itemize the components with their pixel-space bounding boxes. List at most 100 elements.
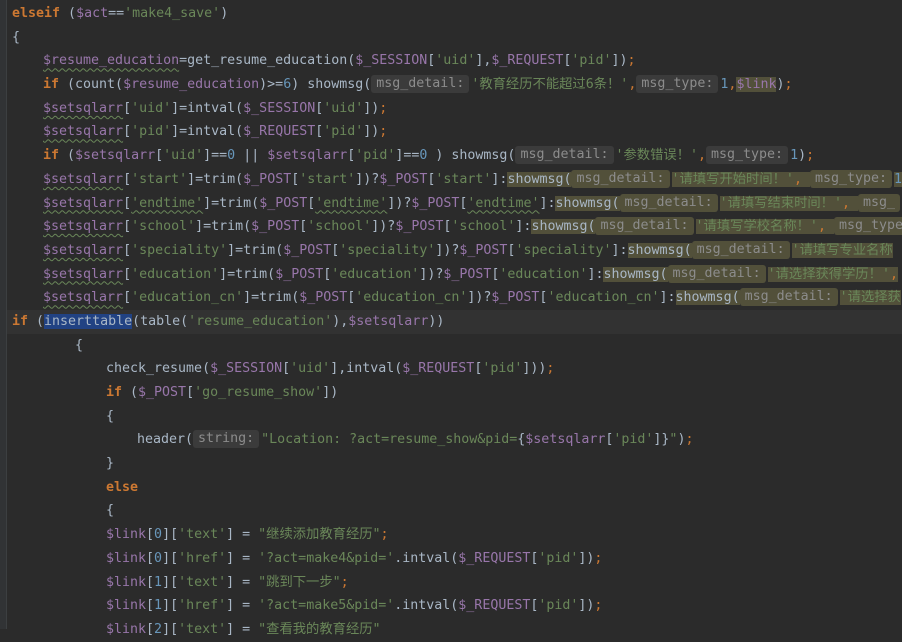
code-line[interactable]: $setsqlarr['start']=trim($_POST['start']… — [12, 168, 902, 192]
code-line[interactable]: } — [12, 452, 902, 476]
code-token: ] = — [226, 598, 259, 614]
code-token: ) — [220, 6, 229, 21]
code-token: ; — [340, 574, 349, 590]
code-token: $link — [106, 550, 147, 566]
code-line[interactable]: { — [12, 405, 902, 429]
code-line[interactable]: $setsqlarr['school']=trim($_POST['school… — [12, 215, 902, 239]
code-token: $setsqlarr — [525, 432, 606, 448]
code-token: ; — [379, 100, 388, 116]
code-token: '参数错误！' — [615, 148, 699, 164]
parameter-hint: msg_detail: — [595, 217, 694, 236]
parameter-hint: msg_detail: — [739, 288, 838, 307]
code-line[interactable]: else — [12, 476, 902, 500]
code-token: 'make4_save' — [124, 6, 221, 21]
code-token: 'pid' — [323, 124, 364, 140]
code-token: 'pid' — [482, 361, 523, 377]
code-token: $_REQUEST — [458, 598, 531, 614]
code-token: { — [75, 337, 84, 353]
code-line[interactable]: $setsqlarr['endtime']=trim($_POST['endti… — [12, 192, 902, 216]
code-token: { — [12, 29, 21, 45]
code-token: == — [108, 6, 125, 21]
code-token: 1 — [154, 574, 163, 590]
code-token: $_POST — [251, 219, 300, 235]
code-line[interactable]: check_resume($_SESSION['uid'],intval($_R… — [12, 357, 902, 381]
code-token: '请填写学校名称！' — [695, 219, 818, 235]
code-token: [ — [146, 621, 155, 637]
code-token: 2 — [154, 621, 163, 637]
code-token: "Location: ?act=resume_show&pid= — [261, 432, 518, 448]
code-token: [ — [123, 290, 132, 306]
code-line[interactable]: { — [12, 499, 902, 523]
code-line[interactable]: if (inserttable(table('resume_education'… — [7, 309, 902, 334]
code-token: ]) — [322, 385, 339, 400]
code-token: '请选择获 — [839, 290, 901, 306]
code-line[interactable]: header(string: "Location: ?act=resume_sho… — [12, 428, 902, 452]
code-line[interactable]: elseif ($act=='make4_save') — [12, 2, 902, 26]
code-token: 'education' — [131, 266, 220, 282]
code-token: $resume_education — [43, 53, 180, 69]
code-token: [ — [146, 550, 155, 566]
code-line[interactable]: $link[0]['text'] = "继续添加教育经历"; — [12, 523, 902, 547]
code-token: =get_resume_education( — [179, 53, 356, 69]
code-line[interactable]: if ($setsqlarr['uid']==0 || $setsqlarr['… — [12, 144, 902, 168]
code-line[interactable]: if ($_POST['go_resume_show']) — [12, 381, 902, 405]
code-token: )>= — [259, 77, 284, 93]
code-token: .intval( — [394, 598, 459, 614]
parameter-hint: msg_type: — [706, 146, 789, 165]
code-line[interactable]: $setsqlarr['pid']=intval($_REQUEST['pid'… — [12, 120, 902, 144]
code-token: $link — [736, 77, 777, 93]
code-token: $resume_education — [123, 77, 260, 93]
code-line[interactable]: { — [12, 334, 902, 358]
code-token: 'school' — [451, 219, 516, 235]
code-token: ])? — [419, 266, 444, 282]
code-token: showmsg( — [627, 242, 692, 258]
code-token: "继续添加教育经历" — [258, 527, 381, 543]
code-token: header( — [137, 432, 194, 448]
parameter-hint: msg_detail: — [515, 146, 614, 165]
code-line[interactable]: $resume_education=get_resume_education($… — [12, 49, 902, 73]
code-line[interactable]: { — [12, 26, 902, 50]
code-token: check_resume( — [106, 361, 211, 377]
code-token: ][ — [162, 598, 179, 614]
parameter-hint: msg_type — [833, 217, 902, 236]
code-line[interactable]: $link[1]['text'] = "跳到下一步"; — [12, 571, 902, 595]
code-token: ][ — [162, 621, 179, 637]
code-token: , — [628, 77, 637, 93]
code-token: $_SESSION — [243, 100, 316, 116]
code-token: inserttable — [44, 313, 133, 329]
code-token: 'uid' — [435, 53, 476, 69]
code-token: [ — [123, 195, 132, 211]
code-token: { — [106, 408, 115, 424]
code-line[interactable]: $setsqlarr['speciality']=trim($_POST['sp… — [12, 239, 902, 263]
code-token: $_POST — [283, 242, 332, 258]
code-token: ]=intval( — [171, 124, 244, 140]
code-token: [ — [123, 219, 132, 235]
code-token: 'education_cn' — [547, 290, 660, 306]
code-line[interactable]: $setsqlarr['education']=trim($_POST['edu… — [12, 263, 902, 287]
code-token: $setsqlarr — [75, 148, 156, 164]
code-line[interactable]: $link[1]['href'] = '?act=make5&pid='.int… — [12, 594, 902, 618]
code-token: else — [106, 479, 139, 495]
code-line[interactable]: if (count($resume_education)>=6) showmsg… — [12, 73, 902, 97]
code-token: ]) — [363, 100, 380, 116]
code-token: 1 — [154, 598, 163, 614]
code-editor[interactable]: elseif ($act=='make4_save') { $resume_educ… — [7, 2, 902, 642]
code-token: ]=trim( — [195, 219, 252, 235]
code-line[interactable]: $link[2]['text'] = "查看我的教育经历" — [12, 618, 902, 642]
code-line[interactable]: $setsqlarr['education_cn']=trim($_POST['… — [12, 286, 902, 310]
code-line[interactable]: $setsqlarr['uid']=intval($_SESSION['uid'… — [12, 97, 902, 121]
code-token: ; — [379, 124, 388, 140]
code-token: ]=trim( — [243, 290, 300, 306]
code-token: $_POST — [379, 171, 428, 187]
parameter-hint: msg_detail: — [371, 75, 470, 94]
code-token: ] = — [226, 550, 259, 566]
code-token: ; — [380, 527, 389, 543]
code-token: [ — [123, 124, 132, 140]
code-line[interactable]: $link[0]['href'] = '?act=make4&pid='.int… — [12, 547, 902, 571]
code-token: $setsqlarr — [43, 242, 124, 258]
code-token: elseif — [12, 6, 61, 21]
code-token: $_REQUEST — [243, 124, 316, 140]
code-token: ]=intval( — [171, 100, 244, 116]
code-token: ; — [594, 598, 603, 614]
code-token: '?act=make5&pid=' — [258, 598, 395, 614]
